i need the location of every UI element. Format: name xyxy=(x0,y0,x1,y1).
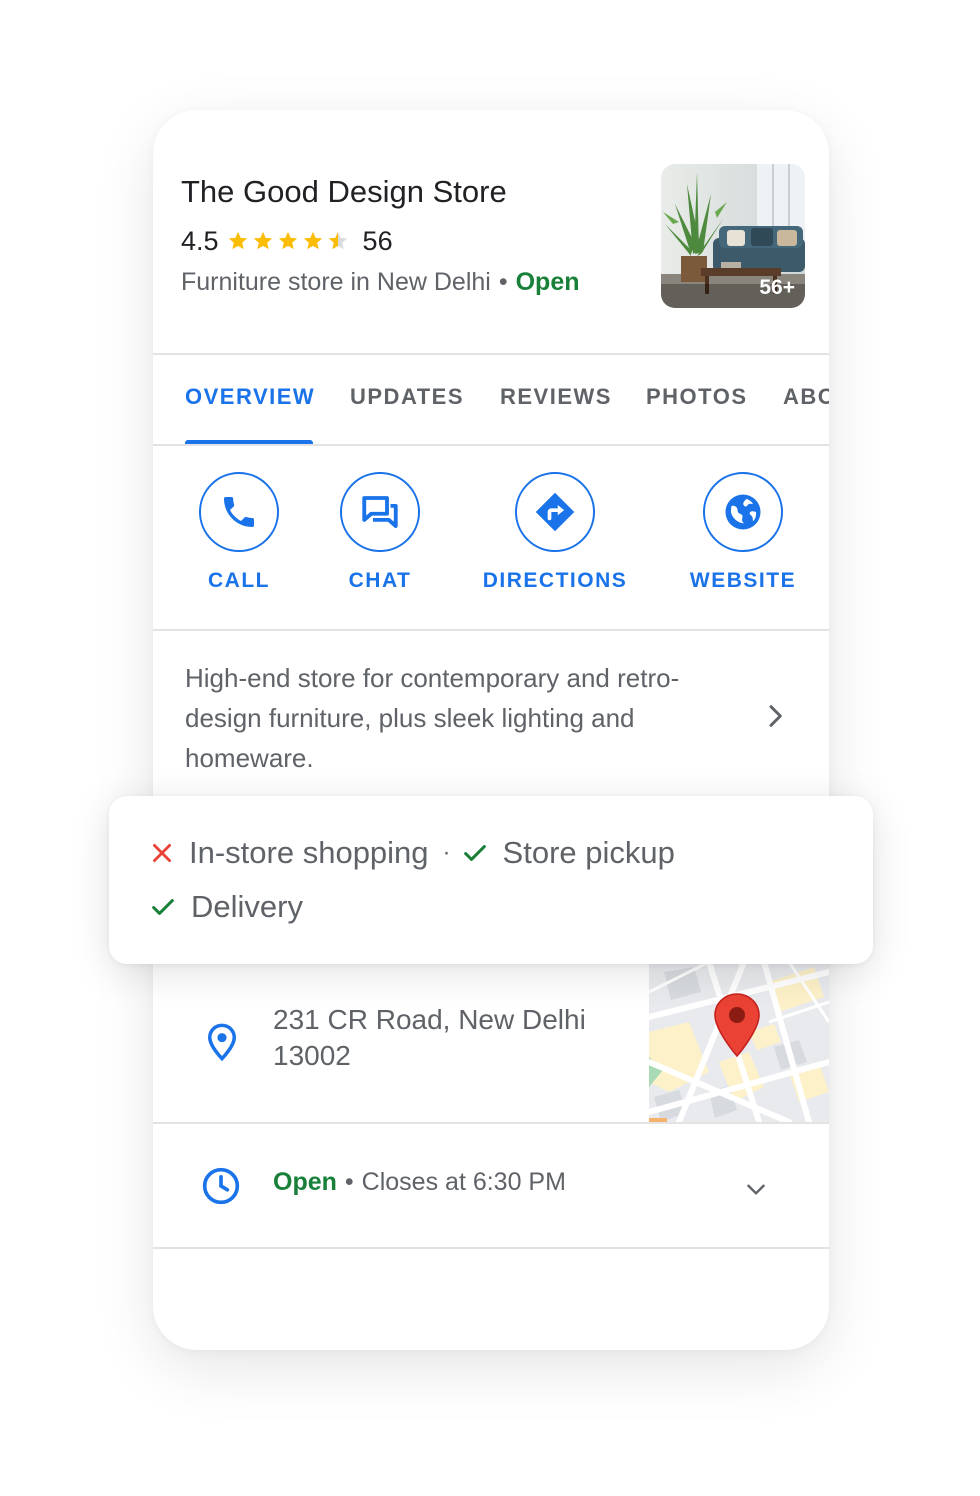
hours-text: Open • Closes at 6:30 PM xyxy=(273,1168,566,1197)
divider xyxy=(153,1247,829,1249)
call-label: CALL xyxy=(208,569,270,592)
star-icon xyxy=(228,231,247,250)
separator-dot: • xyxy=(498,268,508,296)
divider xyxy=(153,444,829,446)
star-icon xyxy=(303,231,322,250)
cross-icon xyxy=(153,844,171,862)
check-icon xyxy=(152,899,174,915)
website-button[interactable]: WEBSITE xyxy=(677,472,809,593)
address-line-2: 13002 xyxy=(273,1040,351,1071)
phone-icon xyxy=(224,497,254,527)
business-name: The Good Design Store xyxy=(181,174,507,209)
rating-row: 4.5 56 xyxy=(181,224,393,258)
address-text: 231 CR Road, New Delhi 13002 xyxy=(273,1002,586,1074)
map-marker-icon xyxy=(714,993,760,1058)
chat-button[interactable]: CHAT xyxy=(324,472,436,593)
separator-dot: · xyxy=(442,839,451,866)
hours-open-status: Open xyxy=(273,1168,337,1196)
location-pin-icon xyxy=(207,1023,237,1062)
clock-icon xyxy=(202,1167,240,1205)
business-profile-card: The Good Design Store 4.5 56 Furniture s… xyxy=(153,110,829,1350)
tab-updates[interactable]: UPDATES xyxy=(350,384,464,410)
star-rating xyxy=(227,230,349,252)
globe-icon xyxy=(725,494,761,530)
address-row[interactable]: 231 CR Road, New Delhi 13002 xyxy=(153,962,829,1122)
in-store-shopping-label: In-store shopping xyxy=(189,835,429,870)
photo-count: 56+ xyxy=(759,276,795,299)
map-thumbnail[interactable] xyxy=(649,962,829,1122)
service-options-card: In-store shopping · Store pickup Deliver… xyxy=(109,796,873,964)
business-description: High-end store for contemporary and retr… xyxy=(185,663,680,773)
delivery-label: Delivery xyxy=(191,889,303,924)
tab-photos[interactable]: PHOTOS xyxy=(646,384,748,410)
tab-overview[interactable]: OVERVIEW xyxy=(185,384,315,410)
call-button[interactable]: CALL xyxy=(183,472,295,593)
closing-time: Closes at 6:30 PM xyxy=(361,1168,566,1196)
store-photo-thumbnail[interactable]: 56+ xyxy=(661,164,805,308)
divider xyxy=(153,353,829,355)
tab-about[interactable]: ABOUT xyxy=(783,384,829,410)
directions-label: DIRECTIONS xyxy=(482,569,628,592)
open-status: Open xyxy=(515,268,580,296)
directions-button[interactable]: DIRECTIONS xyxy=(475,472,635,593)
star-icon xyxy=(253,231,272,250)
business-category: Furniture store in New Delhi xyxy=(181,268,491,296)
chat-label: CHAT xyxy=(348,569,412,592)
check-icon xyxy=(463,845,486,861)
tab-bar: OVERVIEW UPDATES REVIEWS PHOTOS ABOUT xyxy=(153,356,829,446)
chat-icon xyxy=(362,496,398,528)
star-icon xyxy=(278,231,297,250)
store-pickup-label: Store pickup xyxy=(502,835,675,870)
hours-row[interactable]: Open • Closes at 6:30 PM xyxy=(153,1124,829,1248)
address-line-1: 231 CR Road, New Delhi xyxy=(273,1004,586,1035)
directions-icon xyxy=(535,492,575,532)
service-options-line-2: Delivery xyxy=(149,887,303,927)
service-options-line-1: In-store shopping · Store pickup xyxy=(149,833,675,873)
separator-dot: • xyxy=(344,1168,354,1196)
category-row: Furniture store in New Delhi • Open xyxy=(181,268,580,297)
review-count[interactable]: 56 xyxy=(363,226,393,257)
tab-reviews[interactable]: REVIEWS xyxy=(500,384,612,410)
divider xyxy=(153,629,829,631)
website-label: WEBSITE xyxy=(689,569,797,592)
half-star-icon xyxy=(328,231,347,250)
rating-value: 4.5 xyxy=(181,225,219,256)
chevron-right-icon[interactable] xyxy=(759,700,791,732)
chevron-down-icon[interactable] xyxy=(743,1176,769,1202)
